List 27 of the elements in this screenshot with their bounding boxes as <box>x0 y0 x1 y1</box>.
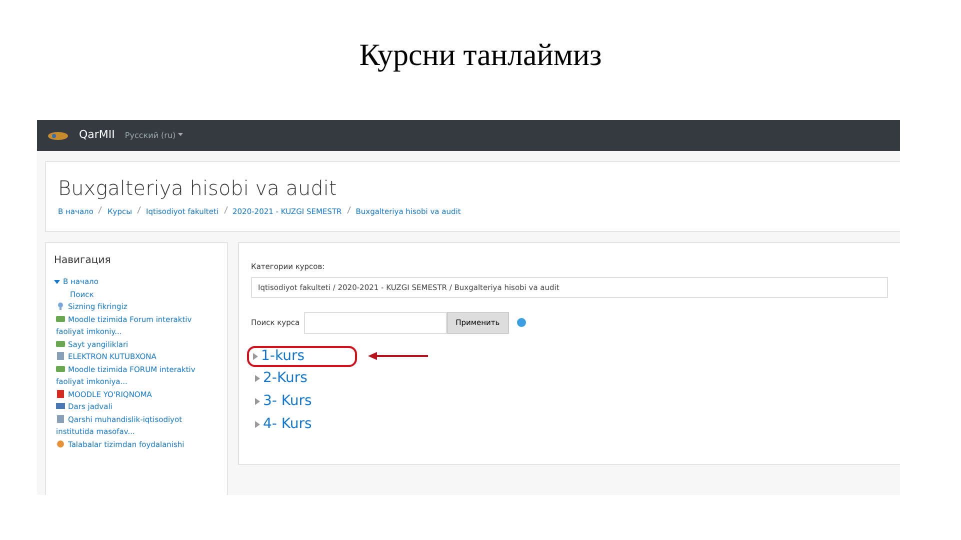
slide-title: Курсни танлаймиз <box>358 36 603 74</box>
breadcrumb-separator-icon <box>137 206 142 214</box>
resource-icon <box>56 352 65 360</box>
course-link[interactable]: 1-kurs <box>247 346 357 367</box>
pdf-icon <box>56 390 65 398</box>
logo-icon <box>47 130 69 140</box>
language-menu[interactable]: Русский (ru) <box>124 130 184 142</box>
breadcrumb-separator-icon <box>346 206 351 214</box>
folder-icon <box>56 402 65 410</box>
help-icon[interactable] <box>516 318 526 328</box>
forum-icon <box>56 340 65 348</box>
course-link[interactable]: 4- Kurs <box>251 412 316 436</box>
quiz-icon <box>56 440 65 448</box>
feedback-icon <box>56 302 65 310</box>
forum-icon <box>56 364 65 373</box>
breadcrumb-separator-icon <box>224 206 228 214</box>
breadcrumb-separator-icon <box>98 206 102 214</box>
forum-icon <box>56 314 65 323</box>
course-title: Buxgalteriya hisobi va audit <box>58 176 338 200</box>
resource-icon <box>56 414 65 423</box>
block-title: Навигация <box>54 254 112 268</box>
annotation-arrow <box>368 352 428 360</box>
search-field[interactable] <box>304 312 447 334</box>
caret-icon <box>178 133 184 138</box>
course-link[interactable]: 2-Kurs <box>251 366 312 390</box>
site-name[interactable]: QarMII <box>79 127 115 144</box>
course-link[interactable]: 3- Kurs <box>251 390 316 413</box>
